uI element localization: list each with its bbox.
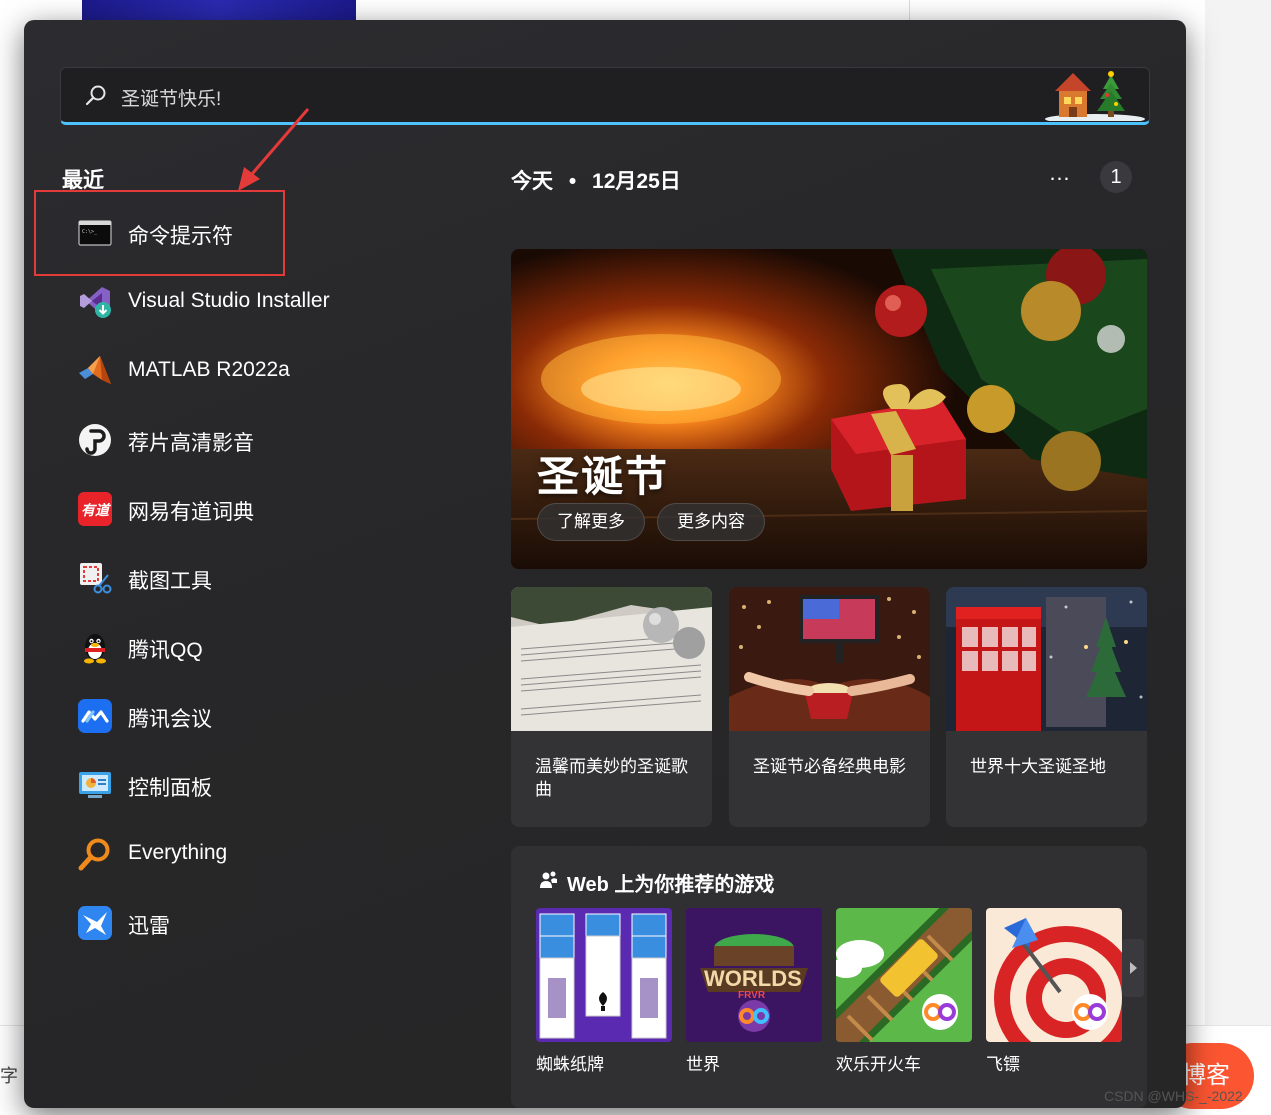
game-thumbnail — [986, 908, 1122, 1042]
visual-studio-installer-icon — [80, 287, 111, 318]
game-name: 蜘蛛纸牌 — [536, 1055, 604, 1074]
xunlei-bird-icon — [78, 906, 112, 940]
recent-item-tencent-meeting[interactable]: 腾讯会议 — [74, 689, 454, 743]
recent-item-label: 命令提示符 — [128, 225, 233, 248]
card-christmas-destinations[interactable]: 世界十大圣诞圣地 — [946, 587, 1147, 827]
today-date: 12月25日 — [592, 170, 681, 193]
card-title: 圣诞节必备经典电影 — [753, 757, 906, 776]
card-sheet-music-image — [511, 587, 712, 731]
people-group-icon — [540, 871, 557, 888]
recent-item-label: 腾讯会议 — [128, 708, 212, 731]
learn-more-button[interactable]: 了解更多 — [537, 503, 645, 541]
jianpian-icon — [79, 424, 111, 456]
qq-penguin-icon — [84, 634, 106, 664]
recent-item-matlab[interactable]: MATLAB R2022a — [74, 344, 454, 398]
svg-text:C:\>_: C:\>_ — [82, 229, 98, 235]
background-image-fragment — [82, 0, 356, 20]
cmd-icon: C:\>_ — [78, 220, 112, 246]
csdn-watermark: CSDN @WHS-_-2022 — [1104, 1088, 1243, 1104]
youdao-badge-text: 有道 — [81, 502, 109, 518]
card-phone-booth-image — [946, 587, 1147, 731]
recent-item-xunlei[interactable]: 迅雷 — [74, 896, 454, 950]
hero-title: 圣诞节 — [537, 453, 670, 500]
hero-christmas-card[interactable]: 圣诞节 了解更多 更多内容 — [511, 249, 1147, 569]
recent-item-everything[interactable]: Everything — [74, 827, 454, 881]
christmas-house-tree-icon — [1045, 71, 1145, 121]
recent-item-label: Everything — [128, 841, 228, 864]
snipping-tool-icon — [80, 563, 112, 594]
games-scroll-next-button[interactable] — [1122, 939, 1144, 997]
background-divider — [909, 0, 910, 20]
annotation-arrow — [238, 108, 310, 191]
recent-item-label: 控制面板 — [128, 777, 212, 800]
recent-item-label: 腾讯QQ — [128, 639, 203, 662]
spider-solitaire-cards-image — [536, 908, 672, 1042]
everything-magnifier-icon — [78, 838, 110, 871]
game-thumbnail — [836, 908, 972, 1042]
train-track-image — [836, 908, 972, 1042]
today-separator: • — [568, 170, 577, 193]
recent-item-youdao[interactable]: 有道 网易有道词典 — [74, 482, 454, 536]
game-darts[interactable]: 飞镖 — [986, 908, 1122, 1075]
game-happy-train[interactable]: 欢乐开火车 — [836, 908, 972, 1075]
today-label: 今天 — [511, 170, 553, 193]
worlds-logo-subtext: FRVR — [738, 990, 766, 1001]
matlab-icon — [79, 356, 111, 384]
game-thumbnail: WORLDS FRVR — [686, 908, 822, 1042]
recent-item-visual-studio-installer[interactable]: Visual Studio Installer — [74, 275, 454, 329]
recent-item-snipping-tool[interactable]: 截图工具 — [74, 551, 454, 605]
today-header: 今天 • 12月25日 — [511, 165, 681, 195]
recent-item-label: MATLAB R2022a — [128, 358, 290, 381]
start-menu-panel: 圣诞节快乐! 最近 C:\>_ 命令提示符 Visual Studio Inst… — [24, 20, 1186, 1108]
recent-item-qq[interactable]: 腾讯QQ — [74, 620, 454, 674]
recent-item-control-panel[interactable]: 控制面板 — [74, 758, 454, 812]
search-input[interactable]: 圣诞节快乐! — [121, 84, 221, 111]
recent-item-label: 迅雷 — [128, 915, 170, 938]
chevron-right-icon — [1130, 962, 1137, 974]
card-movie-night-image — [729, 587, 930, 731]
card-christmas-songs[interactable]: 温馨而美妙的圣诞歌曲 — [511, 587, 712, 827]
game-name: 飞镖 — [986, 1055, 1020, 1074]
more-options-button[interactable]: … — [1044, 160, 1076, 192]
game-name: 欢乐开火车 — [836, 1055, 921, 1074]
dartboard-image — [986, 908, 1122, 1042]
youdao-icon: 有道 — [78, 492, 112, 526]
recent-item-label: 截图工具 — [128, 570, 212, 593]
control-panel-icon — [79, 772, 111, 798]
recent-item-label: Visual Studio Installer — [128, 289, 330, 312]
card-christmas-movies[interactable]: 圣诞节必备经典电影 — [729, 587, 930, 827]
card-title: 温馨而美妙的圣诞歌曲 — [535, 757, 688, 799]
card-title: 世界十大圣诞圣地 — [970, 757, 1106, 776]
game-thumbnail — [536, 908, 672, 1042]
tencent-meeting-icon — [78, 699, 112, 733]
background-side-strip — [1205, 0, 1271, 1114]
notification-count-badge[interactable]: 1 — [1100, 161, 1132, 193]
game-name: 世界 — [686, 1055, 720, 1074]
recent-item-cmd[interactable]: C:\>_ 命令提示符 — [74, 206, 454, 260]
game-spider-solitaire[interactable]: 蜘蛛纸牌 — [536, 908, 672, 1075]
recent-item-label: 荐片高清影音 — [128, 432, 254, 455]
more-content-button[interactable]: 更多内容 — [657, 503, 765, 541]
web-games-title: Web 上为你推荐的游戏 — [567, 874, 775, 896]
background-footer-text: 字 — [0, 1066, 18, 1086]
web-games-section: Web 上为你推荐的游戏 蜘蛛纸牌 WORLDS FRVR 世界 欢乐开火车 飞… — [511, 846, 1147, 1108]
search-icon — [85, 85, 106, 106]
game-worlds[interactable]: WORLDS FRVR 世界 — [686, 908, 822, 1075]
worlds-logo-text: WORLDS — [704, 966, 802, 991]
recent-item-label: 网易有道词典 — [128, 501, 254, 524]
recent-item-jianpian[interactable]: 荐片高清影音 — [74, 413, 454, 467]
